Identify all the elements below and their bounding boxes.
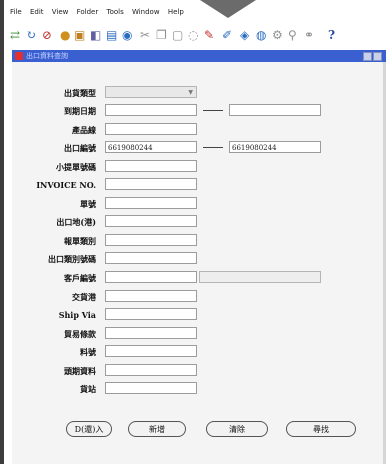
left-edge [0, 0, 4, 464]
menu-edit[interactable]: Edit [30, 8, 44, 16]
toolbar: ⇄ ↻ ⊘ ● ▣ ◧ ▤ ◉ ✂ ❐ ▢ ◌ ✎ ✐ ◈ ◍ ⚙ ⚲ ⚭ ? [10, 28, 386, 46]
label-shipment-type: 出貨類型 [64, 88, 96, 98]
label-customer-no: 客戶編號 [64, 273, 96, 283]
export-no-from-field[interactable]: 6619080244 [105, 141, 197, 153]
minimize-icon[interactable] [363, 52, 372, 61]
panel-scrollbar[interactable] [383, 62, 386, 464]
part-no-field[interactable] [105, 345, 197, 357]
chevron-down-icon: ▼ [188, 89, 193, 96]
menu-file[interactable]: File [10, 8, 22, 16]
customer-name-field [199, 271, 321, 283]
window-titlebar: 出口資料查詢 [12, 50, 386, 62]
shipment-type-select[interactable]: ▼ [105, 86, 197, 98]
maximize-icon[interactable] [373, 52, 382, 61]
delivery-port-field[interactable] [105, 290, 197, 302]
ship-via-field[interactable] [105, 308, 197, 320]
print-icon[interactable]: ▤ [106, 28, 117, 42]
tool-icon[interactable]: ⚲ [288, 28, 297, 42]
help-icon[interactable]: ? [328, 28, 335, 42]
cancel-icon[interactable]: ⊘ [42, 28, 52, 42]
trade-terms-field[interactable] [105, 327, 197, 339]
add-button[interactable]: 新增 [128, 421, 186, 437]
save-icon[interactable]: ◉ [122, 28, 132, 42]
product-line-field[interactable] [105, 123, 197, 135]
attach-icon[interactable]: ✎ [204, 28, 214, 42]
range-dash [203, 110, 223, 111]
label-first-data: 頭期資料 [64, 366, 96, 376]
folder-icon[interactable]: ▣ [74, 28, 85, 42]
bookmark-icon[interactable]: ◈ [240, 28, 249, 42]
order-no-field[interactable] [105, 197, 197, 209]
paste-icon[interactable]: ❐ [156, 28, 167, 42]
invoice-no-field[interactable] [105, 178, 197, 190]
due-date-to-field[interactable] [229, 104, 321, 116]
menu-help[interactable]: Help [168, 8, 184, 16]
world-icon[interactable]: ◍ [256, 28, 266, 42]
label-part-no: 料號 [80, 347, 96, 357]
refresh-icon[interactable]: ↻ [26, 28, 36, 42]
export-port-field[interactable] [105, 215, 197, 227]
zoom-icon[interactable]: ⚭ [304, 28, 314, 42]
menu-folder[interactable]: Folder [77, 8, 99, 16]
label-declaration-type: 報單類別 [64, 236, 96, 246]
export-no-to-field[interactable]: 6619080244 [229, 141, 321, 153]
menu-window[interactable]: Window [132, 8, 160, 16]
due-date-from-field[interactable] [105, 104, 197, 116]
find-button[interactable]: 尋找 [286, 421, 356, 437]
copy-icon[interactable]: ◧ [90, 28, 101, 42]
label-product-line: 產品線 [72, 125, 96, 135]
first-data-field[interactable] [105, 364, 197, 376]
cut-icon[interactable]: ✂ [140, 28, 150, 42]
open-icon[interactable]: ⇄ [10, 28, 20, 42]
station-field[interactable] [105, 382, 197, 394]
declaration-type-field[interactable] [105, 234, 197, 246]
bl-no-field[interactable] [105, 160, 197, 172]
menu-bar: File Edit View Folder Tools Window Help [10, 8, 190, 24]
label-delivery-port: 交貨港 [72, 292, 96, 302]
label-due-date: 到期日期 [64, 106, 96, 116]
window-title: 出口資料查詢 [26, 52, 68, 60]
info-icon[interactable]: ⚙ [272, 28, 283, 42]
menu-tools[interactable]: Tools [106, 8, 123, 16]
label-ship-via: Ship Via [58, 310, 96, 320]
undo-icon[interactable]: ▢ [172, 28, 183, 42]
import-button[interactable]: D(還)入 [66, 421, 112, 437]
label-trade-terms: 貿易條款 [64, 329, 96, 339]
label-export-no: 出口編號 [64, 143, 96, 153]
label-station: 貨站 [80, 384, 96, 394]
clear-button[interactable]: 清除 [206, 421, 268, 437]
pointer-arrow-icon [200, 0, 256, 18]
label-invoice-no: INVOICE NO. [36, 180, 96, 190]
window-icon [15, 52, 23, 60]
label-export-class-no: 出口類別號碼 [48, 254, 96, 264]
label-bl-no: 小提單號碼 [56, 162, 96, 172]
customer-no-field[interactable] [105, 271, 197, 283]
range-dash [203, 147, 223, 148]
menu-view[interactable]: View [52, 8, 69, 16]
label-order-no: 單號 [80, 199, 96, 209]
redo-icon[interactable]: ◌ [188, 28, 198, 42]
translate-icon[interactable]: ✐ [222, 28, 232, 42]
export-class-no-field[interactable] [105, 252, 197, 264]
label-export-port: 出口地(港) [56, 217, 96, 227]
lock-icon[interactable]: ● [60, 28, 70, 42]
